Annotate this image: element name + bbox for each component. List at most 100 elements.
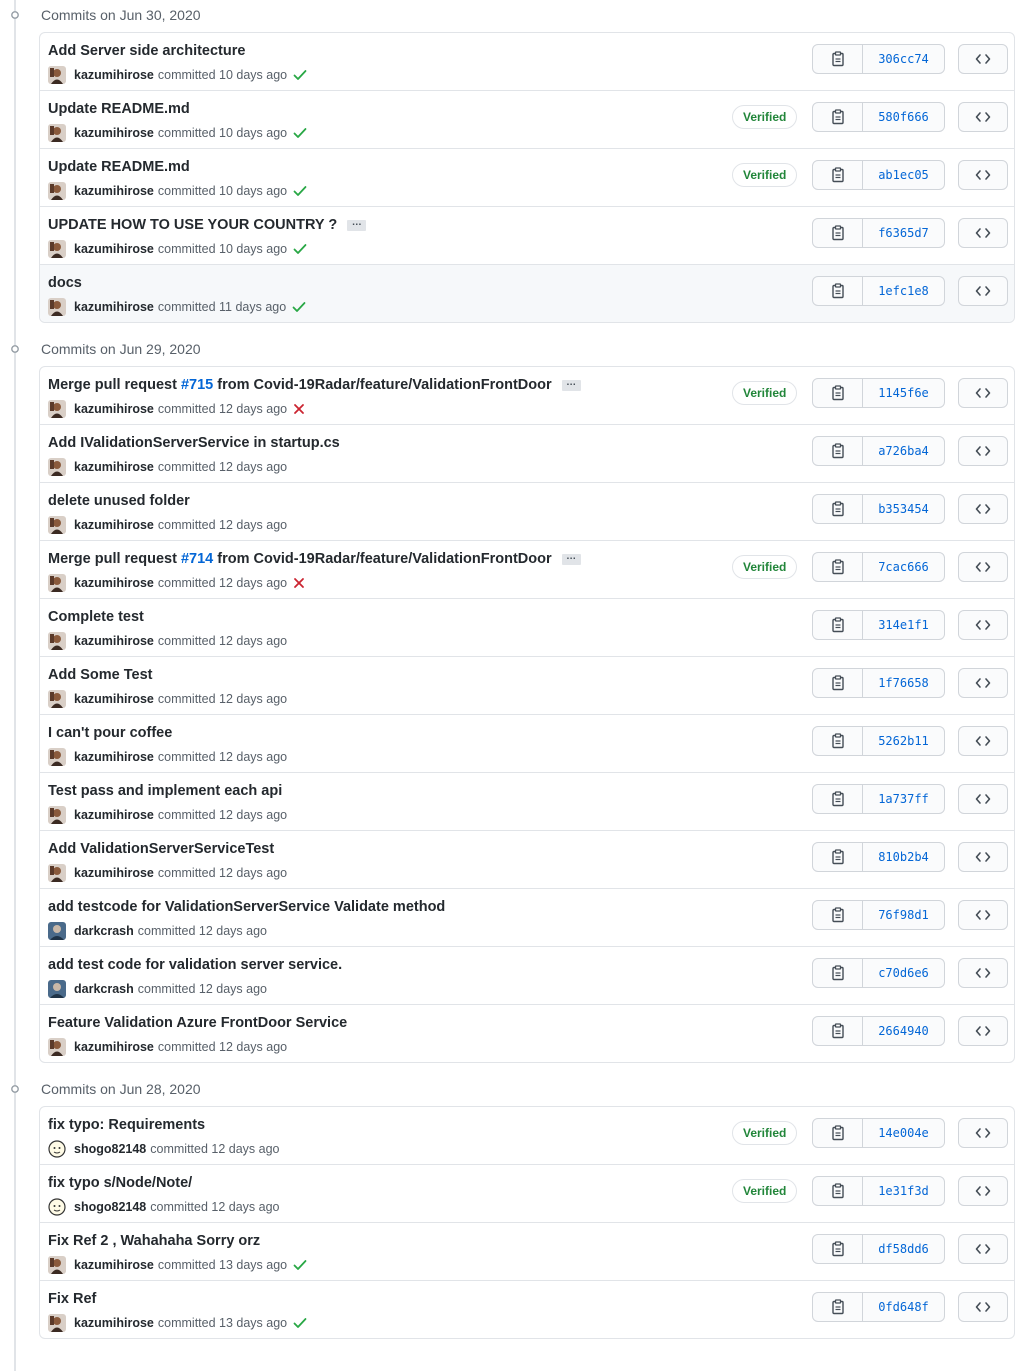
copy-sha-button[interactable] — [813, 727, 863, 755]
expand-description-button[interactable]: … — [561, 551, 581, 565]
copy-sha-button[interactable] — [813, 1177, 863, 1205]
copy-sha-button[interactable] — [813, 495, 863, 523]
commit-author[interactable]: kazumihirose — [74, 300, 154, 314]
commit-sha-link[interactable]: 7cac666 — [863, 553, 944, 581]
copy-sha-button[interactable] — [813, 611, 863, 639]
commit-message-text[interactable]: Add IValidationServerService in startup.… — [48, 435, 340, 451]
avatar[interactable] — [48, 632, 66, 650]
commit-message-suffix[interactable]: from Covid-19Radar/feature/ValidationFro… — [213, 377, 551, 393]
commit-message[interactable]: Update README.md — [48, 101, 190, 117]
commit-sha-link[interactable]: 0fd648f — [863, 1293, 944, 1321]
commit-sha-link[interactable]: ab1ec05 — [863, 161, 944, 189]
avatar[interactable] — [48, 66, 66, 84]
browse-repository-button[interactable] — [958, 276, 1008, 306]
commit-sha-link[interactable]: 580f666 — [863, 103, 944, 131]
copy-sha-button[interactable] — [813, 161, 863, 189]
x-icon[interactable] — [293, 403, 305, 415]
browse-repository-button[interactable] — [958, 1176, 1008, 1206]
commit-sha-link[interactable]: 76f98d1 — [863, 901, 944, 929]
copy-sha-button[interactable] — [813, 103, 863, 131]
expand-description-button[interactable]: … — [561, 377, 581, 391]
commit-author[interactable]: darkcrash — [74, 982, 134, 996]
commit-author[interactable]: darkcrash — [74, 924, 134, 938]
copy-sha-button[interactable] — [813, 45, 863, 73]
copy-sha-button[interactable] — [813, 1017, 863, 1045]
browse-repository-button[interactable] — [958, 610, 1008, 640]
avatar[interactable] — [48, 806, 66, 824]
commit-message[interactable]: Add Server side architecture — [48, 43, 245, 59]
copy-sha-button[interactable] — [813, 437, 863, 465]
commit-author[interactable]: kazumihirose — [74, 402, 154, 416]
check-icon[interactable] — [292, 301, 306, 313]
commit-sha-link[interactable]: df58dd6 — [863, 1235, 944, 1263]
browse-repository-button[interactable] — [958, 436, 1008, 466]
commit-author[interactable]: kazumihirose — [74, 692, 154, 706]
commit-author[interactable]: kazumihirose — [74, 750, 154, 764]
commit-sha-link[interactable]: 314e1f1 — [863, 611, 944, 639]
browse-repository-button[interactable] — [958, 552, 1008, 582]
expand-description-button[interactable]: … — [347, 217, 367, 231]
commit-message-text[interactable]: UPDATE HOW TO USE YOUR COUNTRY ? — [48, 217, 337, 233]
commit-message-text[interactable]: Complete test — [48, 609, 144, 625]
commit-sha-link[interactable]: 810b2b4 — [863, 843, 944, 871]
copy-sha-button[interactable] — [813, 669, 863, 697]
commit-message-prefix[interactable]: Merge pull request — [48, 377, 181, 393]
commit-sha-link[interactable]: 306cc74 — [863, 45, 944, 73]
commit-sha-link[interactable]: 1efc1e8 — [863, 277, 944, 305]
commit-author[interactable]: kazumihirose — [74, 576, 154, 590]
commit-sha-link[interactable]: 1145f6e — [863, 379, 944, 407]
commit-sha-link[interactable]: c70d6e6 — [863, 959, 944, 987]
browse-repository-button[interactable] — [958, 668, 1008, 698]
commit-message-text[interactable]: fix typo: Requirements — [48, 1117, 205, 1133]
commit-author[interactable]: shogo82148 — [74, 1142, 146, 1156]
commit-author[interactable]: kazumihirose — [74, 808, 154, 822]
verified-badge[interactable]: Verified — [732, 1179, 798, 1203]
commit-message-text[interactable]: Add ValidationServerServiceTest — [48, 841, 274, 857]
check-icon[interactable] — [293, 243, 307, 255]
commit-sha-link[interactable]: a726ba4 — [863, 437, 944, 465]
commit-author[interactable]: kazumihirose — [74, 242, 154, 256]
browse-repository-button[interactable] — [958, 958, 1008, 988]
check-icon[interactable] — [293, 69, 307, 81]
browse-repository-button[interactable] — [958, 494, 1008, 524]
commit-sha-link[interactable]: 14e004e — [863, 1119, 944, 1147]
copy-sha-button[interactable] — [813, 277, 863, 305]
avatar[interactable] — [48, 748, 66, 766]
commit-sha-link[interactable]: 2664940 — [863, 1017, 944, 1045]
commit-message[interactable]: Add IValidationServerService in startup.… — [48, 435, 340, 451]
browse-repository-button[interactable] — [958, 1016, 1008, 1046]
commit-author[interactable]: kazumihirose — [74, 1040, 154, 1054]
avatar[interactable] — [48, 1038, 66, 1056]
commit-sha-link[interactable]: 5262b11 — [863, 727, 944, 755]
commit-message[interactable]: fix typo: Requirements — [48, 1117, 205, 1133]
check-icon[interactable] — [293, 1259, 307, 1271]
commit-message[interactable]: Fix Ref 2 , Wahahaha Sorry orz — [48, 1233, 260, 1249]
copy-sha-button[interactable] — [813, 553, 863, 581]
commit-message[interactable]: Merge pull request #714 from Covid-19Rad… — [48, 551, 581, 567]
copy-sha-button[interactable] — [813, 959, 863, 987]
commit-message-text[interactable]: fix typo s/Node/Note/ — [48, 1175, 192, 1191]
commit-sha-link[interactable]: b353454 — [863, 495, 944, 523]
browse-repository-button[interactable] — [958, 1234, 1008, 1264]
commit-author[interactable]: kazumihirose — [74, 1316, 154, 1330]
copy-sha-button[interactable] — [813, 379, 863, 407]
commit-message-text[interactable]: add testcode for ValidationServerService… — [48, 899, 445, 915]
verified-badge[interactable]: Verified — [732, 1121, 798, 1145]
commit-message-prefix[interactable]: Merge pull request — [48, 551, 181, 567]
x-icon[interactable] — [293, 577, 305, 589]
avatar[interactable] — [48, 1314, 66, 1332]
commit-message-text[interactable]: I can't pour coffee — [48, 725, 172, 741]
browse-repository-button[interactable] — [958, 160, 1008, 190]
commit-message-text[interactable]: Add Some Test — [48, 667, 152, 683]
verified-badge[interactable]: Verified — [732, 163, 798, 187]
commit-message-text[interactable]: Add Server side architecture — [48, 43, 245, 59]
commit-message[interactable]: Add ValidationServerServiceTest — [48, 841, 274, 857]
commit-message[interactable]: Complete test — [48, 609, 144, 625]
verified-badge[interactable]: Verified — [732, 555, 798, 579]
verified-badge[interactable]: Verified — [732, 381, 798, 405]
commit-message-suffix[interactable]: from Covid-19Radar/feature/ValidationFro… — [213, 551, 551, 567]
browse-repository-button[interactable] — [958, 102, 1008, 132]
verified-badge[interactable]: Verified — [732, 105, 798, 129]
browse-repository-button[interactable] — [958, 378, 1008, 408]
commit-message[interactable]: fix typo s/Node/Note/ — [48, 1175, 192, 1191]
